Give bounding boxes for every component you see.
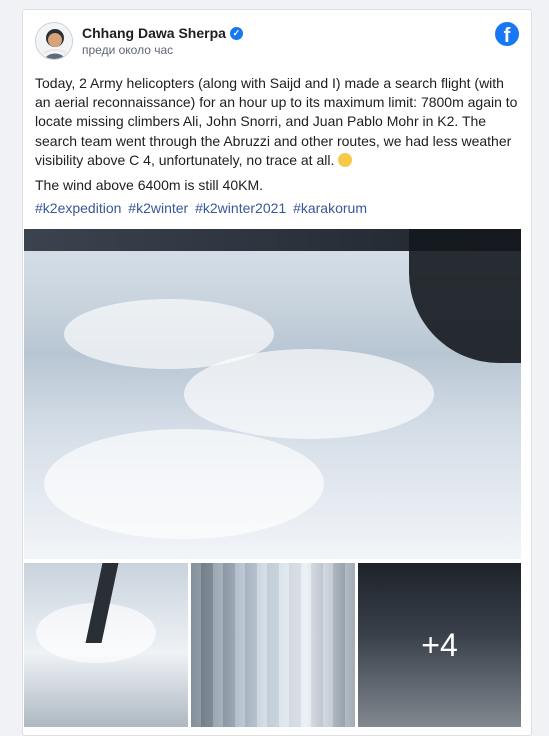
- avatar-image: [36, 23, 72, 59]
- more-photos-overlay[interactable]: +4: [358, 563, 521, 727]
- photo-thumbnail-1[interactable]: [24, 563, 188, 727]
- photo-thumbnail-3[interactable]: +4: [358, 563, 521, 727]
- window-frame-corner: [409, 229, 521, 363]
- hashtag-k2winter2021[interactable]: #k2winter2021: [195, 200, 286, 216]
- hashtags: #k2expedition #k2winter #k2winter2021 #k…: [35, 200, 521, 216]
- photo-thumbnail-2[interactable]: [191, 563, 355, 727]
- author-name[interactable]: Chhang Dawa Sherpa ✓: [82, 25, 243, 41]
- author-name-text[interactable]: Chhang Dawa Sherpa: [82, 25, 226, 41]
- facebook-logo-icon[interactable]: f: [495, 22, 519, 46]
- verified-badge-icon: ✓: [229, 26, 243, 40]
- author-avatar[interactable]: [35, 22, 73, 60]
- pensive-face-icon: [338, 152, 353, 167]
- facebook-post-card: Chhang Dawa Sherpa ✓ преди около час f T…: [22, 9, 532, 736]
- more-photos-count: +4: [421, 626, 458, 663]
- ice-face: [191, 563, 355, 727]
- snow-field: [44, 429, 324, 539]
- main-photo[interactable]: [24, 229, 521, 559]
- hashtag-k2winter[interactable]: #k2winter: [128, 200, 188, 216]
- hashtag-karakorum[interactable]: #karakorum: [293, 200, 367, 216]
- post-timestamp[interactable]: преди около час: [82, 43, 173, 57]
- post-paragraph-1: Today, 2 Army helicopters (along with Sa…: [35, 74, 521, 170]
- post-paragraph-2: The wind above 6400m is still 40KM.: [35, 177, 263, 194]
- post-paragraph-1-text: Today, 2 Army helicopters (along with Sa…: [35, 75, 518, 168]
- post-text: Today, 2 Army helicopters (along with Sa…: [35, 74, 521, 201]
- post-header: Chhang Dawa Sherpa ✓ преди около час f: [35, 22, 519, 62]
- hashtag-k2expedition[interactable]: #k2expedition: [35, 200, 121, 216]
- snow-ridge: [184, 349, 434, 439]
